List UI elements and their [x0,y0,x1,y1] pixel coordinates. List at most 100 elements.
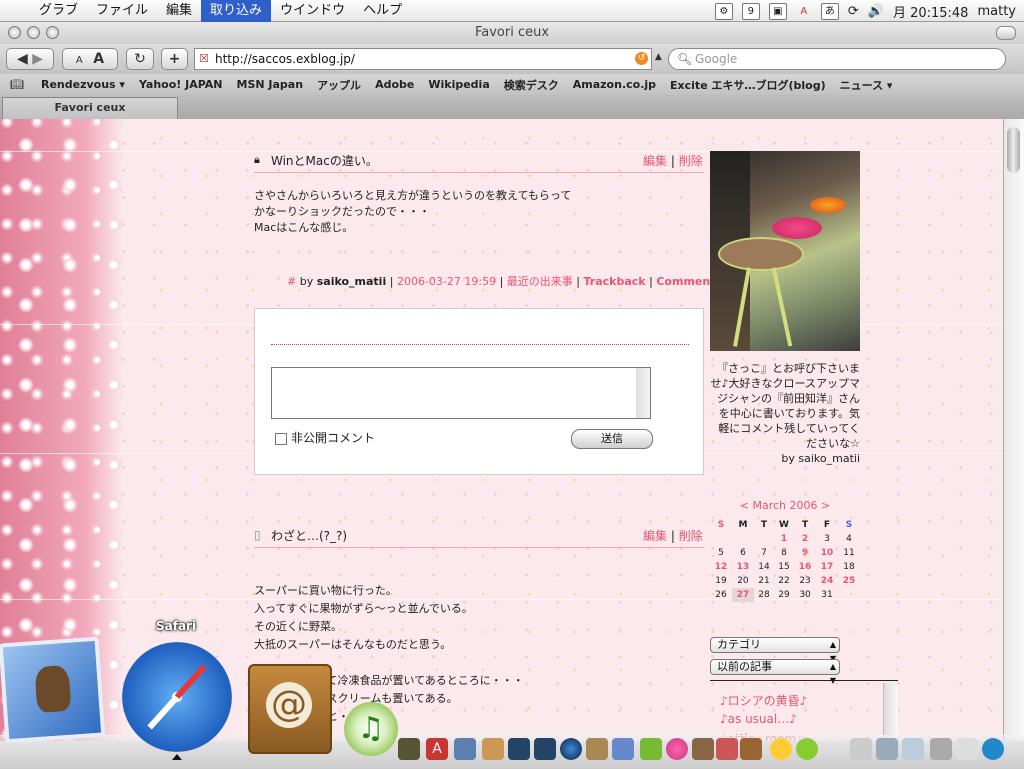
toolbar-toggle-button[interactable] [996,26,1016,40]
clock[interactable]: 月 20:15:48 [893,2,969,21]
bookmarks-book-icon[interactable]: 📖︎ [0,78,34,91]
dock-app-icon[interactable] [956,738,978,760]
edit-link[interactable]: 編集 [643,529,667,543]
bookmark-rendezvous[interactable]: Rendezvous ▾ [34,78,132,91]
bookmark-amazon[interactable]: Amazon.co.jp [566,78,663,91]
private-comment-checkbox[interactable] [275,433,287,445]
image-icon[interactable]: ▣ [768,2,787,20]
bookmark-msn-japan[interactable]: MSN Japan [230,78,311,91]
delete-link[interactable]: 削除 [679,529,703,543]
sync-icon[interactable]: ⟳ [848,4,859,19]
quicktime-icon[interactable] [560,738,582,760]
menu-edit[interactable]: 編集 [157,0,201,22]
input-method-icon[interactable]: あ [820,2,839,20]
rss-snapback-icon[interactable]: ↺ [635,52,648,65]
bookmark-search-desk[interactable]: 検索デスク [497,77,566,93]
dock-app-icon[interactable] [534,738,556,760]
recent-post-link[interactable]: ♪as usual…♪ [720,712,797,726]
calendar-day[interactable]: 17 [816,560,838,574]
calendar-day[interactable]: 25 [838,574,860,588]
dock-app-icon[interactable] [692,738,714,760]
edit-link[interactable]: 編集 [643,154,667,168]
reload-button[interactable]: ↻ [126,48,154,70]
google-search-field[interactable]: 🔍︎ Google [668,48,1006,70]
volume-icon[interactable]: 🔊 [868,4,884,19]
imovie-icon[interactable] [508,738,530,760]
itunes-icon[interactable]: ♫ [344,702,398,756]
calendar-title[interactable]: < March 2006 > [710,499,860,512]
text-smaller-button[interactable]: A [76,55,83,66]
dock-app-icon[interactable] [850,738,872,760]
calendar-day[interactable]: 24 [816,574,838,588]
back-arrow-icon[interactable]: ◀ [17,51,28,67]
menu-help[interactable]: ヘルプ [354,0,411,22]
forward-arrow-icon[interactable]: ▶ [32,51,43,67]
nine-icon[interactable]: 9 [741,2,760,20]
url-dropdown-icon[interactable]: ▲ [655,52,662,62]
dock-app-icon[interactable] [716,738,738,760]
bookmark-yahoo-japan[interactable]: Yahoo! JAPAN [132,78,230,91]
safari-compass-icon[interactable] [122,642,232,752]
menu-window[interactable]: ウインドウ [271,0,354,22]
flower-icon[interactable] [666,738,688,760]
page-scrollbar[interactable] [1003,119,1024,741]
calendar-day[interactable]: 13 [732,560,754,574]
recent-posts-scrollbar[interactable] [883,683,898,741]
calendar-day[interactable]: 1 [774,532,794,546]
dock-app-icon[interactable] [876,738,898,760]
minimize-button[interactable] [27,26,40,39]
preview-icon[interactable] [586,738,608,760]
back-forward-button[interactable]: ◀ ▶ [6,48,54,70]
apple-menu-icon[interactable] [0,0,30,22]
user-name[interactable]: matty [977,4,1016,19]
menu-capture[interactable]: 取り込み [201,0,272,22]
text-larger-button[interactable]: A [93,51,104,67]
calendar-day[interactable]: 12 [710,560,732,574]
dock-app-icon[interactable] [982,738,1004,760]
author-link[interactable]: saiko_matii [317,275,387,288]
dock-app-icon[interactable] [770,738,792,760]
send-button[interactable]: 送信 [571,429,653,449]
bookmark-wikipedia[interactable]: Wikipedia [421,78,496,91]
address-field[interactable]: ☒ http://saccos.exblog.jp/ ↺ [194,48,652,70]
trackback-link[interactable]: Trackback [584,275,646,288]
dock-app-icon[interactable] [454,738,476,760]
recent-post-link[interactable]: ♪ロシアの黄昏♪ [720,692,807,709]
dock-app-icon[interactable] [796,738,818,760]
mail-icon[interactable] [0,636,106,744]
tab-favori-ceux[interactable]: Favori ceux [2,97,178,119]
dock-app-icon[interactable] [612,738,634,760]
bookmark-news[interactable]: ニュース ▾ [833,77,900,93]
dock-app-icon[interactable] [398,738,420,760]
category-select[interactable]: カテゴリ▲▼ [710,637,840,663]
add-bookmark-button[interactable]: + [161,48,188,70]
post-title[interactable]: WinとMacの違い。 [271,152,378,169]
permalink-link[interactable]: # [287,275,296,288]
dock-app-icon[interactable] [482,738,504,760]
text-size-buttons[interactable]: A A [62,48,118,70]
acrobat-icon[interactable]: A [796,4,812,19]
delete-link[interactable]: 削除 [679,154,703,168]
dock-app-icon[interactable] [740,738,762,760]
window-title-bar[interactable]: Favori ceux [0,22,1024,45]
address-book-icon[interactable]: @ [248,664,332,754]
comment-textarea[interactable] [271,367,651,419]
script-menu-icon[interactable]: ⚙ [714,2,733,20]
calendar-day[interactable]: 2 [794,532,816,546]
bookmark-excite-blog[interactable]: Excite エキサ…ブログ(blog) [663,77,833,93]
close-button[interactable] [8,26,21,39]
menu-grab[interactable]: グラブ [30,0,87,22]
archive-select[interactable]: 以前の記事 ▲ ▼ [710,659,840,685]
calendar-day[interactable]: 10 [816,546,838,560]
zoom-button[interactable] [46,26,59,39]
dock-app-icon[interactable] [640,738,662,760]
acrobat-dock-icon[interactable]: A [426,738,448,760]
textarea-scrollbar[interactable] [636,368,650,418]
page-scrollbar-thumb[interactable] [1007,127,1020,173]
calendar-day[interactable]: 27 [731,588,754,602]
dock-app-icon[interactable] [902,738,924,760]
bookmark-adobe[interactable]: Adobe [368,78,421,91]
calendar-day[interactable]: 9 [794,546,816,560]
category-link[interactable]: 最近の出来事 [507,275,573,288]
post-title[interactable]: わざと…(?_?) [271,527,347,544]
